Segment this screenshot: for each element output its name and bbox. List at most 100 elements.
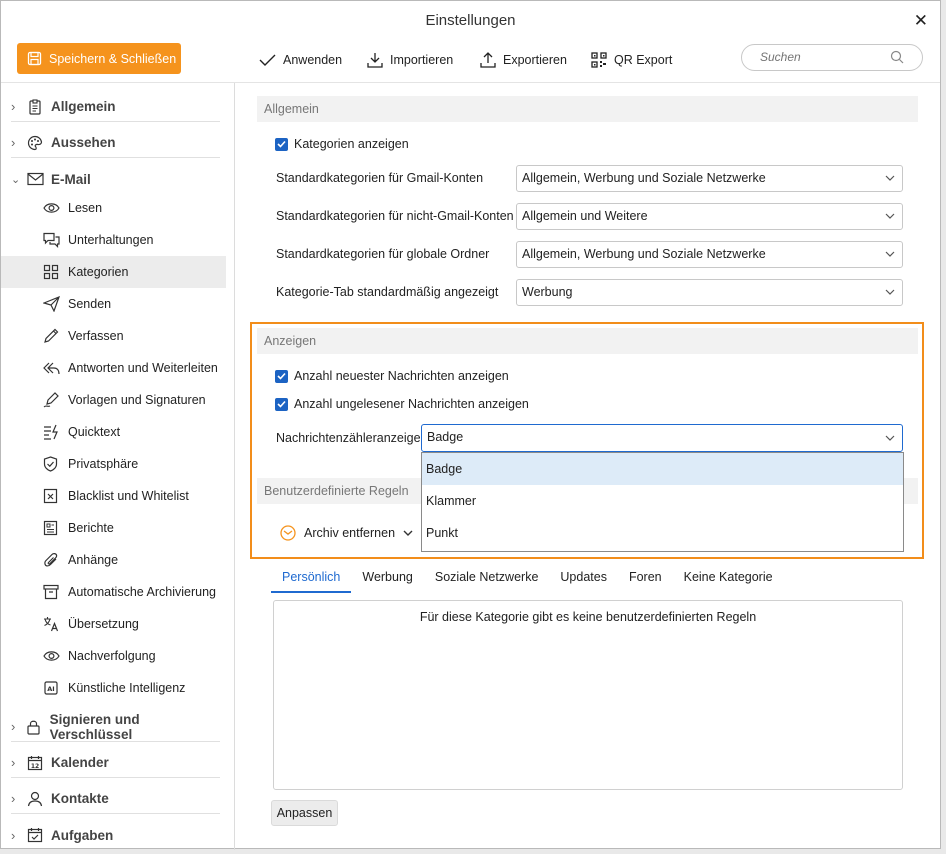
sidebar-item-label: Senden	[68, 297, 112, 311]
chevron-down-icon	[885, 242, 895, 276]
sidebar-item-compose[interactable]: Verfassen	[1, 320, 226, 352]
global-folders-value: Allgemein, Werbung und Soziale Netzwerke	[522, 247, 766, 261]
tab-no-category[interactable]: Keine Kategorie	[673, 569, 784, 593]
default-tab-label: Kategorie-Tab standardmäßig angezeigt	[276, 285, 499, 299]
sidebar-item-attachments[interactable]: Anhänge	[1, 544, 226, 576]
non-gmail-categories-select[interactable]: Allgemein und Weitere	[516, 203, 903, 230]
sidebar-section-email[interactable]: ⌄ E-Mail	[11, 164, 220, 194]
lock-icon	[27, 720, 41, 735]
export-button[interactable]: Exportieren	[480, 51, 567, 69]
default-tab-select[interactable]: Werbung	[516, 279, 903, 306]
checkbox-checked-icon[interactable]	[275, 137, 288, 151]
title-bar: Einstellungen ✕	[1, 1, 940, 39]
sidebar-item-label: Privatsphäre	[68, 457, 139, 471]
chevron-down-icon	[885, 280, 895, 314]
show-categories-checkbox[interactable]: Kategorien anzeigen	[275, 137, 409, 151]
search-input[interactable]	[760, 50, 890, 64]
tab-personal[interactable]: Persönlich	[271, 569, 352, 593]
sidebar-label-contacts: Kontakte	[51, 791, 109, 806]
rules-empty-text: Für diese Kategorie gibt es keine benutz…	[419, 610, 757, 624]
sidebar-section-general[interactable]: › Allgemein	[11, 92, 220, 122]
export-icon	[480, 52, 496, 68]
sidebar-item-categories[interactable]: Kategorien	[1, 256, 226, 288]
chevron-down-icon	[885, 204, 895, 238]
sidebar-item-auto-archive[interactable]: Automatische Archivierung	[1, 576, 226, 608]
sidebar-section-sign-encrypt[interactable]: › Signieren und Verschlüssel	[11, 712, 220, 742]
save-and-close-button[interactable]: Speichern & Schließen	[17, 43, 181, 74]
sidebar-section-tasks[interactable]: › Aufgaben	[11, 820, 220, 850]
sidebar-label-email: E-Mail	[51, 171, 91, 187]
global-folders-select[interactable]: Allgemein, Werbung und Soziale Netzwerke	[516, 241, 903, 268]
tab-forums[interactable]: Foren	[618, 569, 673, 593]
rules-list: Für diese Kategorie gibt es keine benutz…	[273, 600, 903, 790]
sidebar-item-quicktext[interactable]: Quicktext	[1, 416, 226, 448]
calendar-icon: 12	[27, 755, 43, 770]
sidebar-item-templates[interactable]: Vorlagen und Signaturen	[1, 384, 226, 416]
apply-button[interactable]: Anwenden	[259, 51, 342, 69]
sidebar-item-label: Übersetzung	[68, 617, 139, 631]
dropdown-option-badge[interactable]: Badge	[422, 453, 903, 485]
grid-icon	[43, 264, 59, 280]
signature-pen-icon	[43, 392, 59, 408]
tab-updates[interactable]: Updates	[549, 569, 618, 593]
sidebar-item-read[interactable]: Lesen	[1, 192, 226, 224]
dropdown-option-bracket[interactable]: Klammer	[422, 485, 903, 517]
chevron-right-icon: ›	[11, 791, 16, 806]
svg-text:12: 12	[31, 763, 39, 770]
blocklist-icon	[43, 488, 58, 504]
import-icon	[367, 53, 383, 68]
chevron-right-icon: ›	[11, 719, 16, 734]
non-gmail-categories-label: Standardkategorien für nicht-Gmail-Konte…	[276, 209, 514, 223]
sidebar-section-contacts[interactable]: › Kontakte	[11, 784, 220, 814]
sidebar-section-calendar[interactable]: › 12 Kalender	[11, 748, 220, 778]
sidebar-item-label: Künstliche Intelligenz	[68, 681, 186, 695]
settings-sidebar: › Allgemein › Aussehen ⌄ E-Mail Lesen Un…	[1, 83, 235, 850]
close-icon[interactable]: ✕	[914, 11, 928, 31]
sidebar-item-label: Nachverfolgung	[68, 649, 156, 663]
import-button[interactable]: Importieren	[367, 51, 453, 69]
tab-promotions[interactable]: Werbung	[351, 569, 424, 593]
sidebar-item-label: Vorlagen und Signaturen	[68, 393, 206, 407]
quicktext-icon	[44, 424, 58, 440]
sidebar-item-blacklist[interactable]: Blacklist und Whitelist	[1, 480, 226, 512]
sidebar-item-label: Kategorien	[68, 265, 129, 279]
default-tab-value: Werbung	[522, 285, 573, 299]
sidebar-item-reply-forward[interactable]: Antworten und Weiterleiten	[1, 352, 226, 384]
sidebar-item-send[interactable]: Senden	[1, 288, 226, 320]
category-tabs: Persönlich Werbung Soziale Netzwerke Upd…	[271, 569, 784, 593]
eye-icon	[43, 651, 60, 661]
sidebar-item-conversations[interactable]: Unterhaltungen	[1, 224, 226, 256]
qr-export-button[interactable]: QR Export	[591, 51, 672, 69]
sidebar-item-label: Unterhaltungen	[68, 233, 154, 247]
tab-social[interactable]: Soziale Netzwerke	[424, 569, 550, 593]
sidebar-item-label: Berichte	[68, 521, 114, 535]
qr-export-label: QR Export	[614, 53, 673, 67]
search-box[interactable]	[741, 44, 923, 71]
sidebar-item-label: Verfassen	[68, 329, 124, 343]
global-folders-label: Standardkategorien für globale Ordner	[276, 247, 490, 261]
dropdown-option-dot[interactable]: Punkt	[422, 517, 903, 549]
sidebar-item-follow-up[interactable]: Nachverfolgung	[1, 640, 226, 672]
non-gmail-categories-value: Allgemein und Weitere	[522, 209, 648, 223]
svg-text:AI: AI	[47, 685, 54, 693]
sidebar-section-appearance[interactable]: › Aussehen	[11, 128, 220, 158]
sidebar-item-label: Quicktext	[68, 425, 121, 439]
chevron-right-icon: ›	[11, 99, 16, 114]
qr-code-icon	[591, 52, 607, 68]
paper-plane-icon	[43, 296, 60, 312]
palette-icon	[27, 135, 43, 150]
eye-icon	[43, 203, 60, 213]
report-icon	[43, 520, 58, 536]
group-header-general: Allgemein	[257, 96, 918, 122]
sidebar-item-privacy[interactable]: Privatsphäre	[1, 448, 226, 480]
sidebar-item-ai[interactable]: AI Künstliche Intelligenz	[1, 672, 226, 704]
sidebar-label-appearance: Aussehen	[51, 135, 116, 150]
chevron-down-icon: ⌄	[11, 173, 21, 186]
sidebar-item-reports[interactable]: Berichte	[1, 512, 226, 544]
sidebar-item-translation[interactable]: Übersetzung	[1, 608, 226, 640]
sidebar-item-label: Anhänge	[68, 553, 119, 567]
sidebar-label-sign-encrypt: Signieren und Verschlüssel	[49, 711, 140, 742]
adjust-button[interactable]: Anpassen	[271, 800, 338, 826]
chat-bubbles-icon	[43, 232, 60, 248]
gmail-categories-select[interactable]: Allgemein, Werbung und Soziale Netzwerke	[516, 165, 903, 192]
